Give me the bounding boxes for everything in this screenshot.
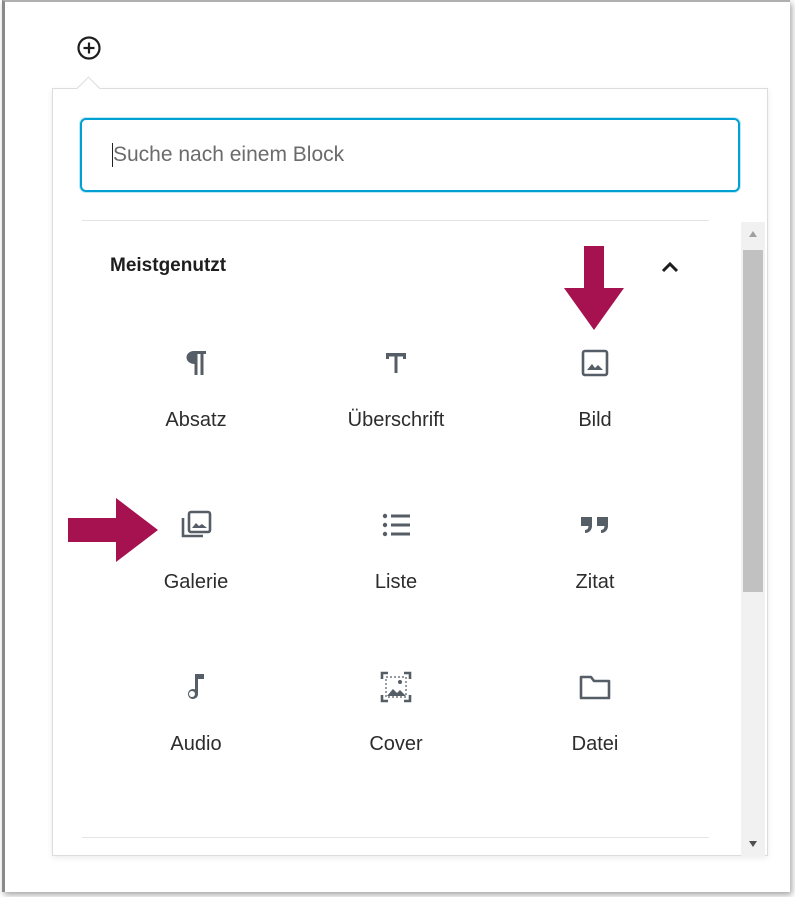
add-block-button[interactable] xyxy=(76,35,102,61)
scroll-down-button[interactable] xyxy=(741,832,765,856)
block-list[interactable]: Liste xyxy=(306,505,486,625)
block-label: Bild xyxy=(578,409,612,431)
scroll-up-button[interactable] xyxy=(741,222,765,246)
block-file[interactable]: Datei xyxy=(505,667,685,787)
paragraph-icon xyxy=(176,343,216,383)
list-icon xyxy=(376,505,416,545)
triangle-down-icon xyxy=(749,841,757,847)
block-label: Cover xyxy=(369,733,423,755)
block-image[interactable]: Bild xyxy=(505,343,685,463)
annotation-arrow-right xyxy=(68,498,158,562)
block-label: Audio xyxy=(170,733,222,755)
plus-circle-icon xyxy=(77,36,101,60)
gallery-icon xyxy=(176,505,216,545)
block-heading[interactable]: Überschrift xyxy=(306,343,486,463)
block-paragraph[interactable]: Absatz xyxy=(106,343,286,463)
scrollbar[interactable] xyxy=(741,222,765,856)
image-icon xyxy=(575,343,615,383)
block-label: Galerie xyxy=(163,571,229,593)
heading-icon xyxy=(376,343,416,383)
annotation-arrow-down xyxy=(564,246,624,330)
block-cover[interactable]: Cover xyxy=(306,667,486,787)
cover-icon xyxy=(376,667,416,707)
block-label: Datei xyxy=(571,733,619,755)
collapse-panel-button[interactable] xyxy=(658,256,682,278)
divider-bottom xyxy=(82,837,709,838)
block-quote[interactable]: Zitat xyxy=(505,505,685,625)
block-label: Überschrift xyxy=(347,409,445,431)
block-label: Liste xyxy=(374,571,418,593)
block-label: Absatz xyxy=(165,409,227,431)
panel-title: Meistgenutzt xyxy=(110,255,227,276)
quote-icon xyxy=(575,505,615,545)
chevron-up-icon xyxy=(661,261,679,273)
triangle-up-icon xyxy=(749,231,757,237)
audio-icon xyxy=(176,667,216,707)
search-placeholder: Suche nach einem Block xyxy=(113,143,345,166)
scroll-thumb[interactable] xyxy=(743,250,763,592)
block-label: Zitat xyxy=(575,571,615,593)
block-audio[interactable]: Audio xyxy=(106,667,286,787)
block-search-input[interactable]: Suche nach einem Block xyxy=(80,118,740,192)
folder-icon xyxy=(575,667,615,707)
divider-top xyxy=(82,220,709,221)
